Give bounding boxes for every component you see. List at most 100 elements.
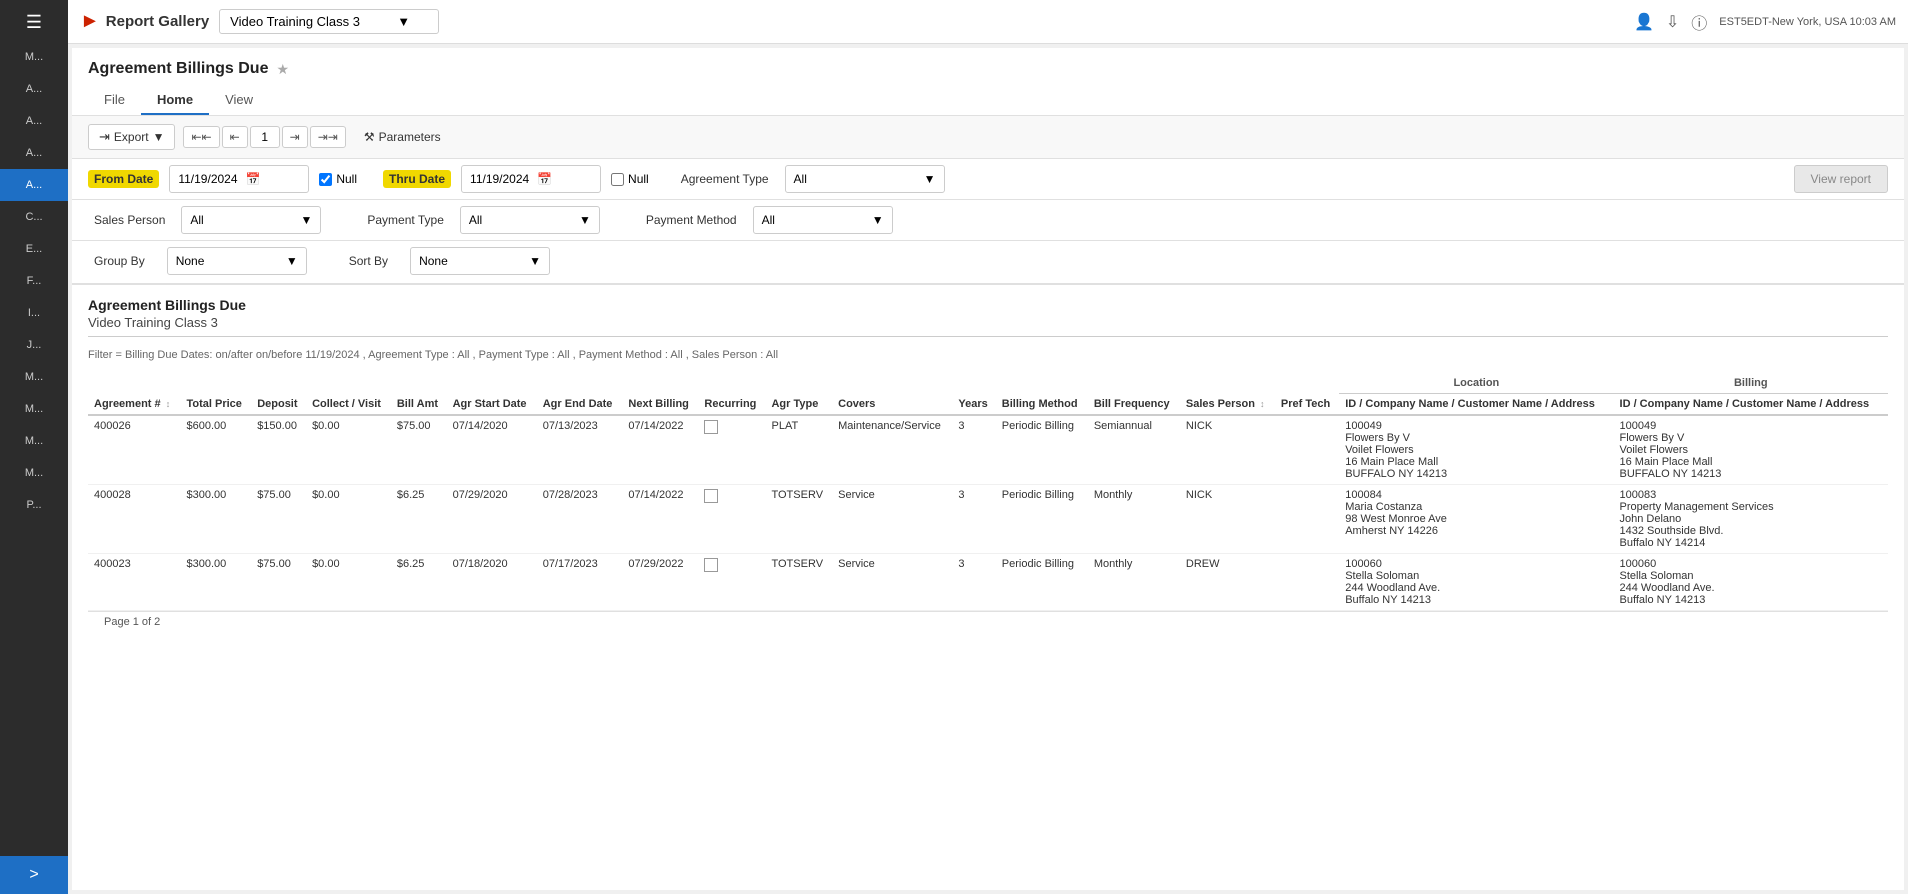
sidebar-item-label: A... [26, 147, 43, 159]
sidebar-item-i[interactable]: I... [0, 297, 68, 329]
view-report-button[interactable]: View report [1794, 165, 1888, 193]
sales-person-select[interactable]: All ▼ [181, 206, 321, 234]
tab-file[interactable]: File [88, 86, 141, 115]
cell-billing: 100060Stella Soloman244 Woodland Ave.Buf… [1614, 554, 1888, 611]
cell-years: 3 [952, 485, 995, 554]
col-covers: Covers [832, 394, 952, 416]
first-page-button[interactable]: ⇤⇤ [183, 126, 219, 148]
sidebar-item-label: F... [27, 275, 42, 287]
sidebar-item-j[interactable]: J... [0, 329, 68, 361]
chevron-down-icon: ▼ [300, 213, 312, 227]
pagination-nav: ⇤⇤ ⇤ ⇥ ⇥⇥ [183, 126, 345, 148]
user-icon[interactable]: 👤 [1634, 12, 1654, 32]
thru-date-null-check[interactable] [611, 173, 624, 186]
sidebar-item-e[interactable]: E... [0, 233, 68, 265]
sidebar-expand-button[interactable]: > [0, 856, 68, 894]
payment-type-label: Payment Type [361, 211, 450, 229]
next-page-button[interactable]: ⇥ [282, 126, 308, 148]
col-agr-start-date: Agr Start Date [447, 394, 537, 416]
cell-sales-person: NICK [1180, 415, 1275, 485]
sidebar-item-label: A... [26, 115, 43, 127]
chevron-down-icon: ▼ [286, 254, 298, 268]
sidebar-menu-toggle[interactable]: ☰ [0, 4, 68, 41]
topbar: ► Report Gallery Video Training Class 3 … [68, 0, 1908, 44]
sort-icon[interactable]: ↕ [166, 399, 171, 409]
agreement-type-select[interactable]: All ▼ [785, 165, 945, 193]
cell-collect-visit: $0.00 [306, 485, 391, 554]
cell-agr-start-date: 07/29/2020 [447, 485, 537, 554]
sort-by-label: Sort By [343, 252, 394, 270]
cell-years: 3 [952, 415, 995, 485]
sidebar-item-label: M... [25, 435, 43, 447]
sidebar-item-m4[interactable]: M... [0, 425, 68, 457]
col-bill-amt: Bill Amt [391, 394, 447, 416]
help-icon[interactable]: ⓘ [1691, 10, 1707, 34]
sidebar-item-a1[interactable]: A... [0, 73, 68, 105]
sidebar-item-f[interactable]: F... [0, 265, 68, 297]
sort-by-select[interactable]: None ▼ [410, 247, 550, 275]
cell-recurring [698, 554, 765, 611]
col-recurring: Recurring [698, 394, 765, 416]
payment-method-select[interactable]: All ▼ [753, 206, 893, 234]
sidebar-item-m2[interactable]: M... [0, 361, 68, 393]
from-date-null-checkbox[interactable]: Null [319, 172, 357, 186]
col-bill-frequency: Bill Frequency [1088, 394, 1180, 416]
sidebar-item-a2[interactable]: A... [0, 105, 68, 137]
app-title: Report Gallery [106, 13, 209, 30]
recurring-checkbox [704, 558, 718, 572]
sort-icon2[interactable]: ↕ [1260, 399, 1265, 409]
report-body: Agreement Billings Due Video Training Cl… [72, 285, 1904, 890]
tab-view[interactable]: View [209, 86, 269, 115]
calendar-icon2[interactable]: 📅 [537, 172, 552, 186]
from-date-null-check[interactable] [319, 173, 332, 186]
page-number-input[interactable] [250, 126, 280, 148]
tab-home[interactable]: Home [141, 86, 209, 115]
report-selector-dropdown[interactable]: Video Training Class 3 ▼ [219, 9, 439, 34]
sidebar-item-a3[interactable]: A... [0, 137, 68, 169]
report-container: Agreement Billings Due ★ File Home View … [72, 48, 1904, 890]
favorite-star-icon[interactable]: ★ [276, 61, 289, 78]
col-years: Years [952, 394, 995, 416]
cell-agr-end-date: 07/28/2023 [537, 485, 623, 554]
cell-total-price: $300.00 [180, 485, 251, 554]
group-by-select[interactable]: None ▼ [167, 247, 307, 275]
cell-sales-person: DREW [1180, 554, 1275, 611]
sidebar-item-a4[interactable]: A... [0, 169, 68, 201]
table-row: 400028 $300.00 $75.00 $0.00 $6.25 07/29/… [88, 485, 1888, 554]
params-row-2: Sales Person All ▼ Payment Type All ▼ Pa… [72, 200, 1904, 241]
report-title: Agreement Billings Due [88, 60, 268, 78]
group-by-label: Group By [88, 252, 151, 270]
payment-method-label: Payment Method [640, 211, 743, 229]
report-table: Location Billing Agreement # ↕ Total Pri… [88, 373, 1888, 611]
recurring-checkbox [704, 420, 718, 434]
last-page-button[interactable]: ⇥⇥ [310, 126, 346, 148]
cell-bill-amt: $6.25 [391, 485, 447, 554]
thru-date-input[interactable]: 11/19/2024 📅 [461, 165, 601, 193]
cell-recurring [698, 415, 765, 485]
parameters-button[interactable]: ⚒ Parameters [354, 126, 451, 148]
report-body-subtitle: Video Training Class 3 [88, 315, 1888, 330]
sidebar-item-m1[interactable]: M... [0, 41, 68, 73]
params-row-3: Group By None ▼ Sort By None ▼ [72, 241, 1904, 285]
cell-deposit: $75.00 [251, 554, 306, 611]
logo-arrow-icon: ► [80, 10, 100, 33]
cell-covers: Service [832, 554, 952, 611]
sidebar-item-c[interactable]: C... [0, 201, 68, 233]
sidebar-item-m3[interactable]: M... [0, 393, 68, 425]
from-date-label: From Date [88, 170, 159, 188]
calendar-icon[interactable]: 📅 [246, 172, 261, 186]
cell-agr-end-date: 07/13/2023 [537, 415, 623, 485]
filter-icon: ⚒ [364, 130, 375, 144]
export-button[interactable]: ⇥ Export ▼ [88, 124, 175, 150]
payment-type-select[interactable]: All ▼ [460, 206, 600, 234]
from-date-input[interactable]: 11/19/2024 📅 [169, 165, 309, 193]
agreement-type-label: Agreement Type [675, 170, 775, 188]
billing-group-header: Billing [1614, 373, 1888, 394]
table-row: 400026 $600.00 $150.00 $0.00 $75.00 07/1… [88, 415, 1888, 485]
sidebar-item-m5[interactable]: M... [0, 457, 68, 489]
download-icon[interactable]: ⇩ [1666, 12, 1679, 32]
chevron-down-icon: ▼ [872, 213, 884, 227]
sidebar-item-p[interactable]: P... [0, 489, 68, 521]
thru-date-null-checkbox[interactable]: Null [611, 172, 649, 186]
prev-page-button[interactable]: ⇤ [222, 126, 248, 148]
